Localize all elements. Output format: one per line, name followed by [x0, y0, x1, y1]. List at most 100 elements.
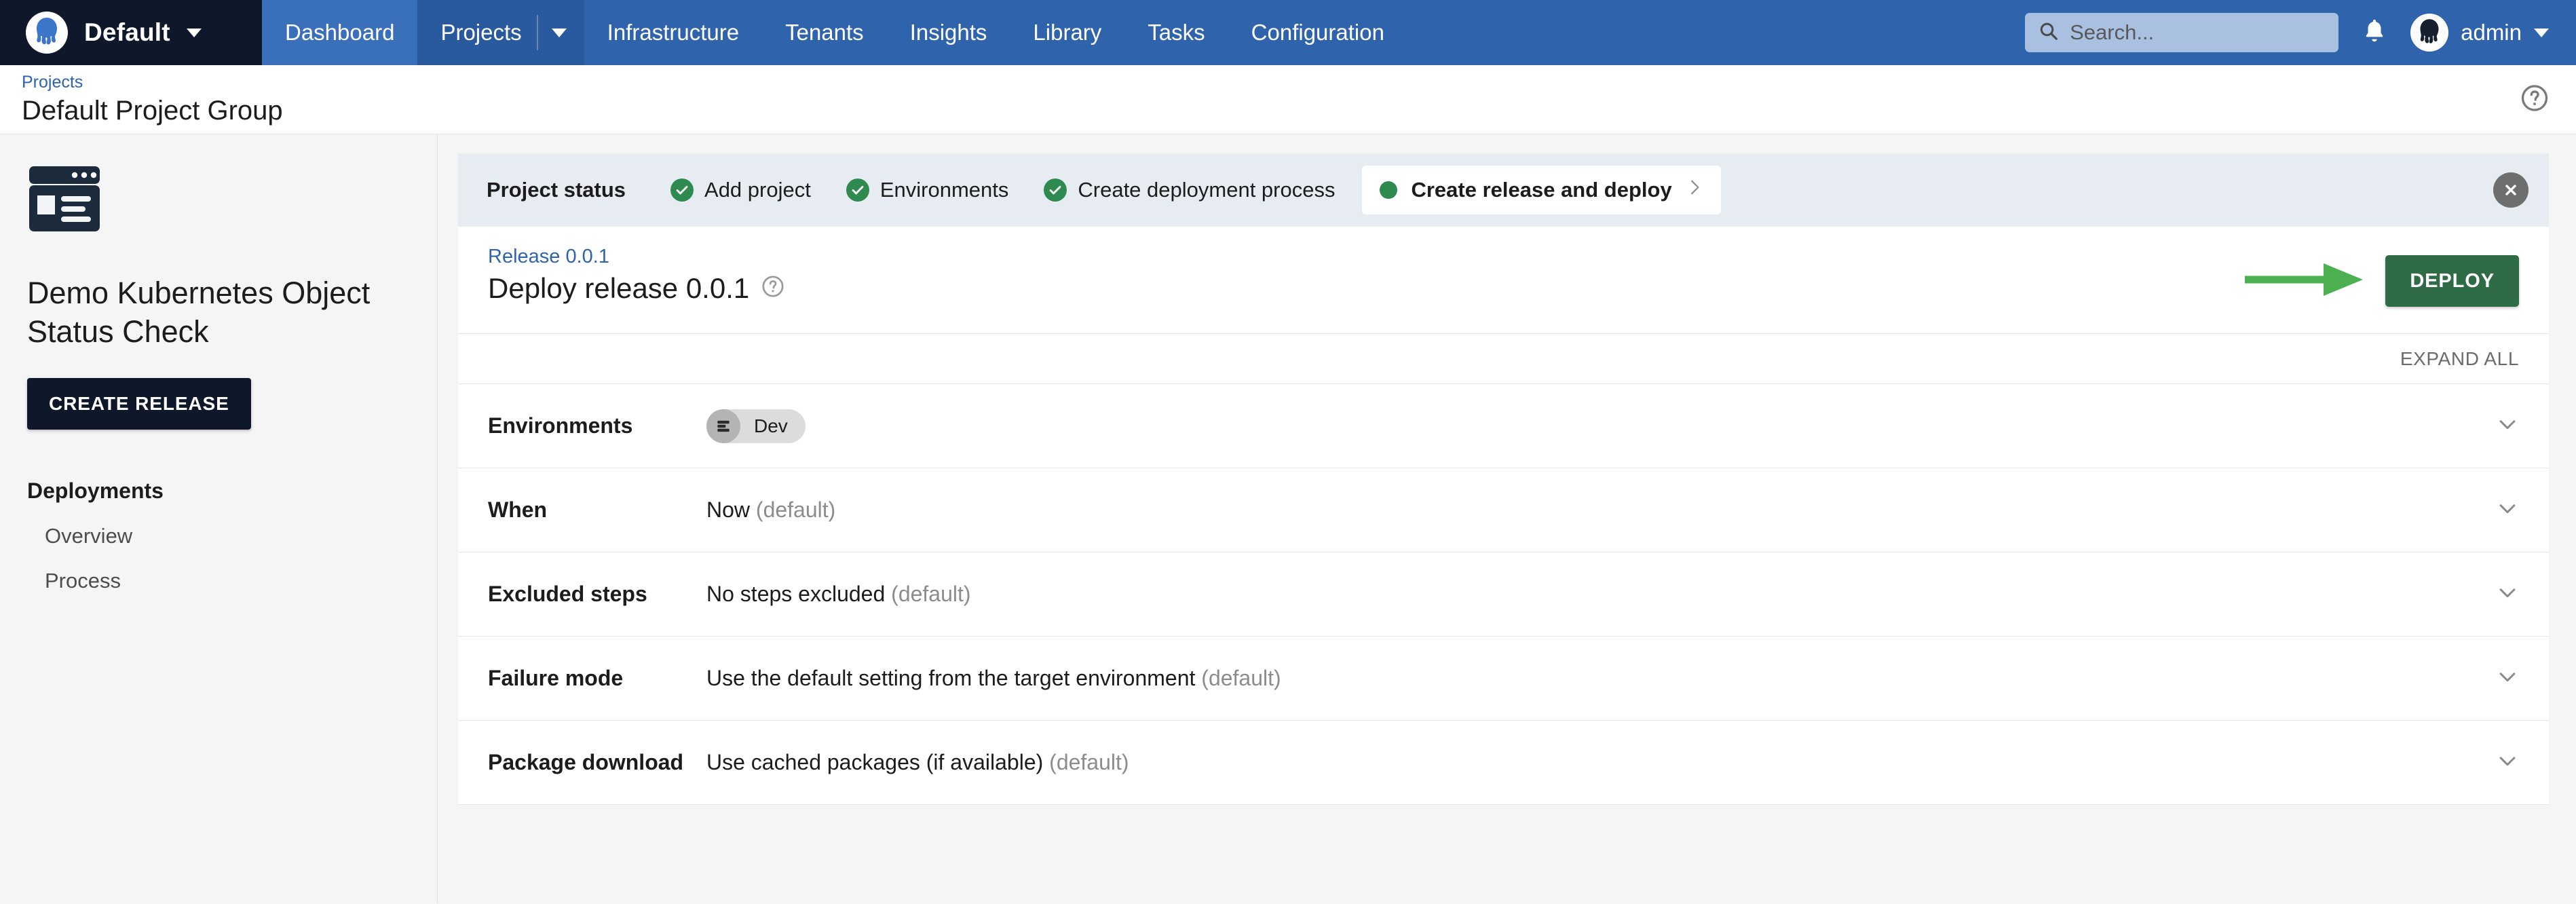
status-dot-icon	[1380, 181, 1397, 199]
deploy-action-area: DEPLOY	[2242, 246, 2519, 307]
status-step-create-release-and-deploy[interactable]: Create release and deploy	[1362, 166, 1720, 214]
release-header: Release 0.0.1 Deploy release 0.0.1	[458, 227, 2549, 334]
nav-right-cluster: Search... admin	[2025, 0, 2576, 65]
environment-name: Dev	[740, 415, 788, 437]
nav-item-dashboard[interactable]: Dashboard	[262, 0, 417, 65]
nav-label: Projects	[440, 20, 521, 45]
deploy-release-card: Release 0.0.1 Deploy release 0.0.1	[458, 227, 2549, 805]
sidebar-item-process[interactable]: Process	[45, 569, 410, 593]
detail-row-failure-mode[interactable]: Failure mode Use the default setting fro…	[458, 637, 2549, 721]
detail-row-label: Excluded steps	[488, 582, 706, 607]
chevron-down-icon[interactable]	[2496, 413, 2519, 439]
status-step-label: Add project	[704, 178, 811, 202]
status-step-label: Environments	[880, 178, 1009, 202]
user-name-label: admin	[2461, 20, 2522, 45]
chevron-down-icon[interactable]	[2496, 497, 2519, 523]
search-placeholder: Search...	[2070, 20, 2154, 45]
nav-label: Dashboard	[285, 20, 394, 45]
search-input[interactable]: Search...	[2025, 13, 2338, 52]
detail-row-value: No steps excluded (default)	[706, 582, 2496, 607]
primary-nav-items: Dashboard Projects Infrastructure Tenant…	[262, 0, 1407, 65]
detail-value-text: Use cached packages (if available)	[706, 750, 1043, 774]
help-circle-icon[interactable]	[761, 272, 784, 305]
check-circle-icon	[670, 178, 694, 202]
nav-item-tenants[interactable]: Tenants	[762, 0, 887, 65]
nav-item-configuration[interactable]: Configuration	[1228, 0, 1407, 65]
project-status-strip: Project status Add project Environments	[458, 153, 2549, 227]
detail-value-suffix: (default)	[891, 582, 970, 606]
environment-chip[interactable]: Dev	[706, 409, 806, 443]
detail-row-label: Package download	[488, 750, 706, 775]
check-circle-icon	[1044, 178, 1067, 202]
expand-all-row: EXPAND ALL	[458, 334, 2549, 384]
nav-label: Tenants	[785, 20, 864, 45]
detail-value-suffix: (default)	[756, 497, 835, 522]
nav-label: Configuration	[1251, 20, 1384, 45]
status-step-environments[interactable]: Environments	[829, 178, 1027, 202]
space-name-label: Default	[84, 18, 170, 47]
detail-value-text: Now	[706, 497, 750, 522]
notifications-bell-icon[interactable]	[2362, 16, 2387, 50]
detail-row-package-download[interactable]: Package download Use cached packages (if…	[458, 721, 2549, 805]
chevron-down-icon[interactable]	[2496, 581, 2519, 607]
check-circle-icon	[846, 178, 869, 202]
nav-item-insights[interactable]: Insights	[887, 0, 1010, 65]
project-name: Demo Kubernetes Object Status Check	[27, 274, 410, 351]
release-title-row: Deploy release 0.0.1	[488, 272, 784, 305]
status-step-label: Create release and deploy	[1411, 178, 1671, 202]
nav-label: Tasks	[1148, 20, 1205, 45]
project-sidebar: Demo Kubernetes Object Status Check CREA…	[0, 134, 438, 903]
detail-row-excluded-steps[interactable]: Excluded steps No steps excluded (defaul…	[458, 552, 2549, 637]
nav-item-projects[interactable]: Projects	[417, 0, 536, 65]
release-title: Deploy release 0.0.1	[488, 272, 749, 305]
nav-label: Infrastructure	[607, 20, 739, 45]
detail-row-environments[interactable]: Environments Dev	[458, 384, 2549, 468]
breadcrumb: Projects Default Project Group	[22, 72, 283, 127]
annotation-arrow-icon	[2242, 259, 2368, 303]
top-navigation-bar: Default Dashboard Projects Infrastructur…	[0, 0, 2576, 65]
detail-row-value: Use cached packages (if available) (defa…	[706, 750, 2496, 775]
nav-item-tasks[interactable]: Tasks	[1124, 0, 1228, 65]
detail-row-value: Now (default)	[706, 497, 2496, 523]
detail-value-suffix: (default)	[1201, 666, 1281, 690]
page-header: Projects Default Project Group	[0, 65, 2576, 134]
sidebar-item-overview[interactable]: Overview	[45, 524, 410, 548]
project-window-icon	[27, 165, 410, 236]
space-switcher[interactable]: Default	[0, 0, 262, 65]
create-release-button[interactable]: CREATE RELEASE	[27, 378, 251, 430]
nav-projects-dropdown-toggle[interactable]	[537, 0, 584, 65]
detail-value-suffix: (default)	[1049, 750, 1129, 774]
chevron-down-icon	[187, 29, 202, 37]
detail-row-label: When	[488, 497, 706, 523]
deploy-button[interactable]: DEPLOY	[2385, 255, 2519, 307]
close-icon[interactable]	[2493, 172, 2528, 208]
environment-icon	[706, 409, 740, 443]
detail-row-label: Environments	[488, 413, 706, 438]
release-link[interactable]: Release 0.0.1	[488, 246, 784, 268]
chevron-down-icon[interactable]	[2496, 665, 2519, 692]
chevron-down-icon[interactable]	[2496, 749, 2519, 776]
release-header-text: Release 0.0.1 Deploy release 0.0.1	[488, 246, 784, 305]
user-menu[interactable]: admin	[2410, 14, 2549, 52]
status-step-create-deployment-process[interactable]: Create deployment process	[1026, 178, 1352, 202]
search-icon	[2039, 21, 2059, 45]
page-title: Default Project Group	[22, 94, 283, 127]
sidebar-section-deployments: Deployments	[27, 478, 410, 504]
status-step-add-project[interactable]: Add project	[653, 178, 829, 202]
status-step-label: Create deployment process	[1078, 178, 1335, 202]
chevron-down-icon	[2534, 29, 2549, 37]
detail-value-text: Use the default setting from the target …	[706, 666, 1195, 690]
nav-item-library[interactable]: Library	[1010, 0, 1124, 65]
nav-label: Insights	[910, 20, 987, 45]
nav-spacer	[1407, 0, 2025, 65]
main-content: Project status Add project Environments	[438, 134, 2576, 903]
detail-row-when[interactable]: When Now (default)	[458, 468, 2549, 552]
nav-item-infrastructure[interactable]: Infrastructure	[584, 0, 762, 65]
breadcrumb-link-projects[interactable]: Projects	[22, 72, 283, 93]
nav-label: Library	[1033, 20, 1101, 45]
chevron-right-icon	[1686, 177, 1703, 203]
help-circle-icon[interactable]	[2520, 83, 2549, 115]
page-body: Demo Kubernetes Object Status Check CREA…	[0, 134, 2576, 903]
expand-all-button[interactable]: EXPAND ALL	[2400, 348, 2519, 370]
chevron-down-icon	[552, 29, 567, 37]
